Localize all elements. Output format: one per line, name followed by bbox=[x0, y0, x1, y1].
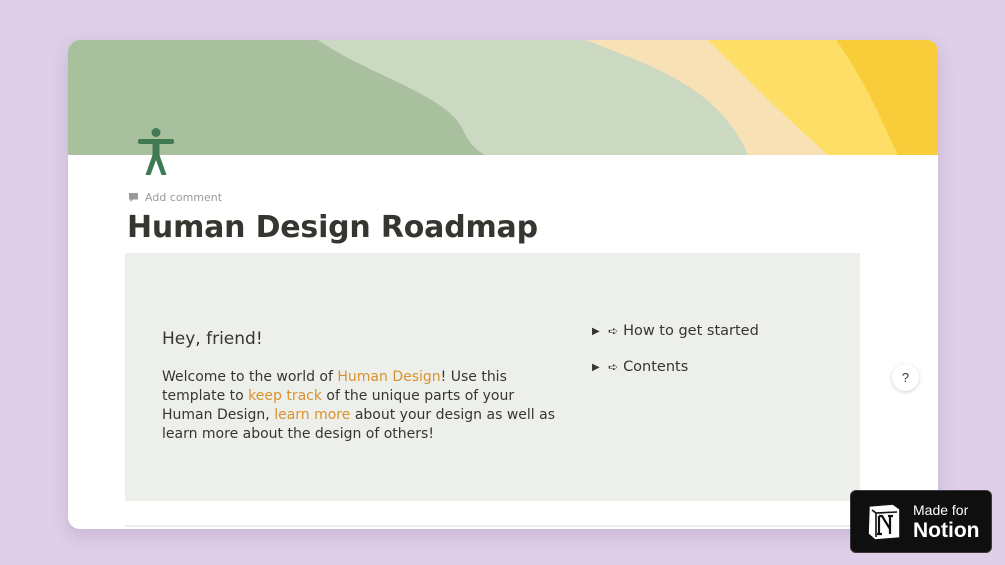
notion-page-window: Add comment Human Design Roadmap Hey, fr… bbox=[68, 40, 938, 529]
add-comment-label: Add comment bbox=[145, 191, 223, 204]
toggle-label: Contents bbox=[623, 359, 689, 375]
badge-line-2: Notion bbox=[913, 518, 980, 542]
keep-track-link[interactable]: keep track bbox=[248, 388, 322, 404]
add-comment-button[interactable]: Add comment bbox=[128, 191, 222, 204]
toggle-contents[interactable]: ▶ ➪ Contents bbox=[592, 359, 688, 375]
page-cover-image[interactable] bbox=[68, 40, 938, 155]
badge-line-1: Made for bbox=[913, 501, 969, 518]
help-button[interactable]: ? bbox=[892, 364, 919, 391]
person-standing-icon[interactable] bbox=[136, 128, 176, 178]
toggle-label: How to get started bbox=[623, 323, 759, 339]
toggle-how-to-get-started[interactable]: ▶ ➪ How to get started bbox=[592, 323, 759, 339]
welcome-text: Welcome to the world of bbox=[162, 369, 338, 385]
made-for-notion-badge[interactable]: Made for Notion bbox=[850, 490, 992, 553]
notion-logo-icon bbox=[867, 502, 901, 541]
arrow-icon: ➪ bbox=[608, 360, 619, 374]
greeting-heading: Hey, friend! bbox=[162, 329, 263, 349]
page-title[interactable]: Human Design Roadmap bbox=[127, 210, 538, 245]
toggle-triangle-icon[interactable]: ▶ bbox=[592, 362, 608, 373]
arrow-icon: ➪ bbox=[608, 324, 619, 338]
learn-more-link[interactable]: learn more bbox=[274, 407, 350, 423]
divider bbox=[125, 525, 860, 527]
toggle-triangle-icon[interactable]: ▶ bbox=[592, 326, 608, 337]
welcome-paragraph: Welcome to the world of Human Design! Us… bbox=[162, 368, 562, 444]
badge-text: Made for Notion bbox=[913, 503, 979, 541]
human-design-link[interactable]: Human Design bbox=[337, 369, 440, 385]
callout-block: Hey, friend! Welcome to the world of Hum… bbox=[125, 253, 860, 501]
comment-icon bbox=[128, 192, 139, 203]
